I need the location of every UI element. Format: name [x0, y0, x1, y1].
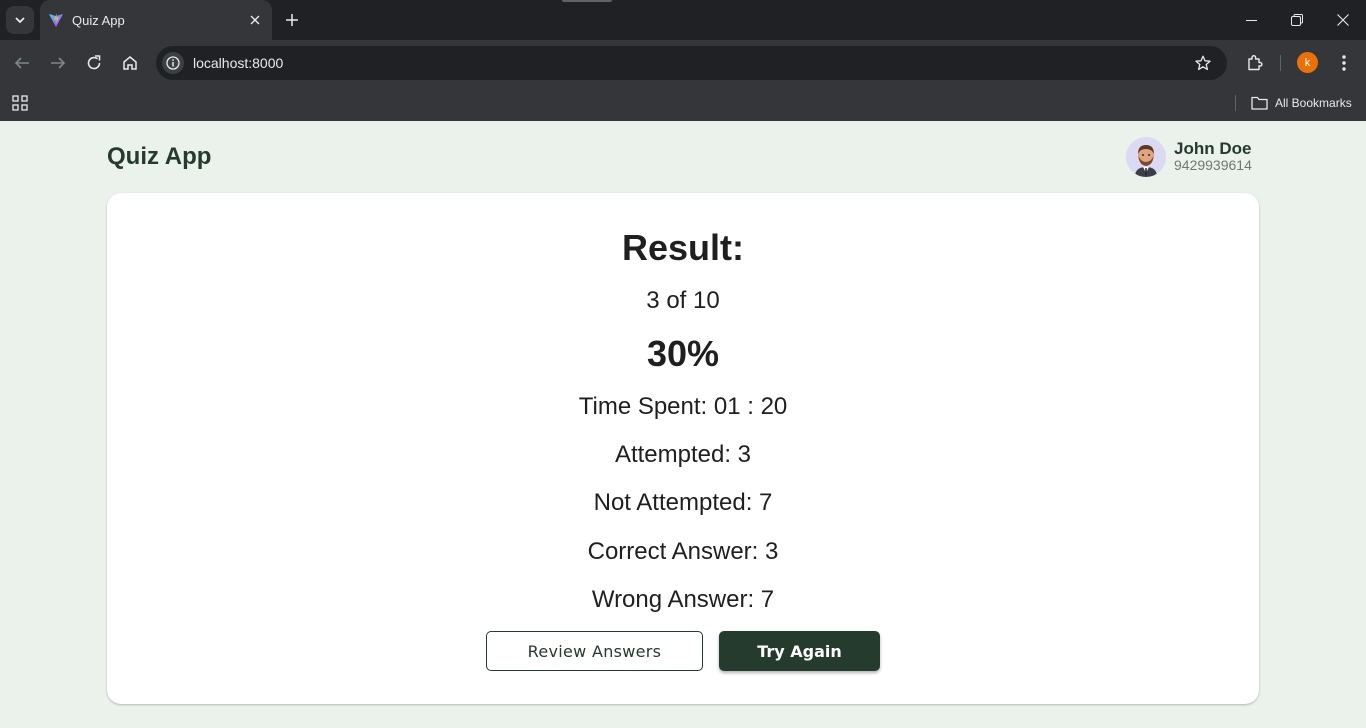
result-card: Result: 3 of 10 30% Time Spent: 01 : 20 …	[107, 193, 1259, 704]
apps-grid-icon	[12, 95, 28, 111]
tab-title: Quiz App	[72, 13, 125, 28]
close-window-button[interactable]	[1320, 0, 1366, 40]
user-profile: John Doe 9429939614	[1126, 137, 1252, 177]
browser-tab[interactable]: Quiz App	[40, 0, 272, 40]
minimize-button[interactable]	[1228, 0, 1274, 40]
forward-button[interactable]	[44, 49, 72, 77]
extensions-icon	[1248, 55, 1263, 71]
user-avatar-icon	[1126, 137, 1166, 177]
all-bookmarks-label: All Bookmarks	[1275, 96, 1352, 110]
tab-close-button[interactable]	[246, 11, 264, 29]
kebab-menu-icon	[1342, 55, 1346, 71]
app-title: Quiz App	[107, 143, 212, 170]
plus-icon	[286, 14, 298, 26]
home-icon	[123, 56, 137, 70]
attempted-count: Attempted: 3	[614, 441, 752, 468]
back-icon	[14, 57, 29, 69]
browser-toolbar: localhost:8000 k	[0, 40, 1366, 86]
back-button[interactable]	[8, 49, 36, 77]
time-spent: Time Spent: 01 : 20	[578, 393, 788, 420]
tab-list-button[interactable]	[6, 6, 34, 34]
folder-icon	[1251, 96, 1268, 110]
close-icon	[250, 15, 260, 25]
window-drag-indicator	[562, 0, 612, 2]
score-percentage: 30%	[646, 333, 720, 374]
site-info-icon	[166, 56, 180, 70]
quiz-page: Quiz App John Doe 9429939614 Result: 3 o…	[0, 121, 1366, 728]
extensions-button[interactable]	[1243, 51, 1267, 75]
apps-button[interactable]	[10, 93, 30, 113]
close-icon	[1337, 14, 1349, 26]
user-name: John Doe	[1174, 139, 1252, 158]
correct-answer-count: Correct Answer: 3	[587, 538, 779, 565]
site-info-button[interactable]	[162, 52, 184, 74]
profile-avatar-button[interactable]: k	[1297, 52, 1318, 73]
score-text: 3 of 10	[646, 287, 720, 314]
bookmark-star-button[interactable]	[1193, 53, 1213, 73]
wrong-answer-count: Wrong Answer: 7	[591, 586, 775, 613]
home-button[interactable]	[116, 49, 144, 77]
tab-list-icon	[15, 17, 25, 24]
minimize-icon	[1245, 19, 1257, 21]
url-text: localhost:8000	[193, 55, 284, 71]
reload-icon	[87, 55, 101, 70]
bookmarks-bar: All Bookmarks	[0, 86, 1366, 121]
forward-icon	[51, 57, 66, 69]
review-answers-button[interactable]: Review Answers	[486, 631, 703, 671]
star-icon	[1195, 55, 1211, 71]
not-attempted-count: Not Attempted: 7	[593, 489, 773, 516]
toolbar-divider	[1280, 55, 1281, 71]
vite-favicon-icon	[49, 13, 63, 27]
browser-menu-button[interactable]	[1332, 51, 1356, 75]
all-bookmarks-button[interactable]: All Bookmarks	[1251, 92, 1352, 114]
avatar	[1126, 137, 1166, 177]
try-again-button[interactable]: Try Again	[719, 631, 880, 671]
tab-strip: Quiz App	[0, 0, 1366, 40]
restore-icon	[1291, 14, 1303, 26]
new-tab-button[interactable]	[280, 8, 304, 32]
result-heading: Result:	[621, 227, 744, 268]
user-phone: 9429939614	[1174, 157, 1252, 173]
reload-button[interactable]	[80, 49, 108, 77]
address-bar[interactable]: localhost:8000	[156, 46, 1227, 80]
restore-button[interactable]	[1274, 0, 1320, 40]
bookmarks-divider	[1235, 95, 1236, 111]
